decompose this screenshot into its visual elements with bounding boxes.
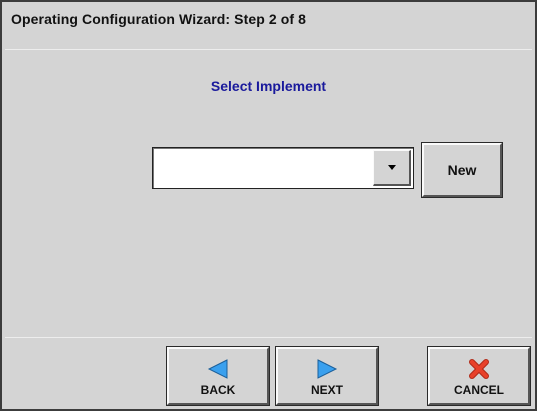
title-divider [5, 49, 532, 50]
footer-divider [5, 337, 532, 338]
back-button-label: BACK [200, 383, 236, 397]
implement-select-dropdown-button[interactable] [373, 150, 411, 186]
left-arrow-icon [207, 359, 228, 379]
cancel-button[interactable]: CANCEL [427, 346, 531, 406]
right-arrow-icon [317, 359, 338, 379]
new-implement-button[interactable]: New [421, 142, 503, 198]
window-title: Operating Configuration Wizard: Step 2 o… [11, 10, 307, 27]
page-heading: Select Implement [210, 78, 327, 94]
implement-select[interactable] [152, 147, 414, 189]
back-button[interactable]: BACK [166, 346, 270, 406]
next-button[interactable]: NEXT [275, 346, 379, 406]
new-button-label: New [447, 162, 477, 178]
next-button-label: NEXT [310, 383, 343, 397]
chevron-down-icon [387, 165, 396, 170]
cancel-button-label: CANCEL [454, 383, 504, 397]
close-icon [469, 359, 489, 379]
wizard-window: Operating Configuration Wizard: Step 2 o… [0, 0, 537, 411]
